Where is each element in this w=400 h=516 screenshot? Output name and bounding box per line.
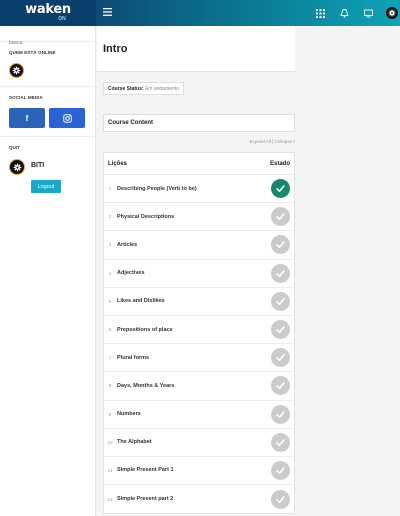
logo-text: waken (25, 2, 71, 17)
lesson-title[interactable]: Days, Months & Years (116, 383, 271, 389)
lesson-number: 4 (108, 270, 112, 276)
instagram-icon (62, 113, 72, 123)
lesson-number: 8 (108, 383, 112, 389)
lesson-number: 9 (108, 411, 112, 417)
right-empty-area (295, 26, 400, 516)
online-title: QUEM ESTÁ ONLINE (9, 50, 56, 55)
incomplete-check-icon (271, 489, 290, 509)
online-user-avatar[interactable] (9, 63, 24, 78)
lesson-row[interactable]: 5 Likes and Dislikes (104, 288, 294, 316)
logo-subtext: ON (58, 16, 66, 22)
logout-button[interactable]: Logout (31, 180, 61, 193)
lesson-row[interactable]: 8 Days, Months & Years (104, 372, 294, 401)
top-icons (314, 0, 398, 26)
instagram-button[interactable] (49, 108, 85, 128)
incomplete-check-icon (271, 348, 290, 368)
lessons-column-header: Lições (108, 160, 128, 167)
lesson-row[interactable]: 6 Prepositions of place (104, 316, 294, 345)
lesson-row[interactable]: 10 The Alphabet (104, 429, 294, 457)
sidebar-search (0, 26, 95, 46)
lesson-title[interactable]: Prepositions of place (116, 327, 271, 333)
lesson-row[interactable]: 11 Simple Present Part 1 (104, 457, 294, 486)
lesson-number: 11 (107, 467, 113, 473)
profile-avatar[interactable] (386, 7, 398, 19)
table-header: Lições Estado (104, 153, 294, 175)
facebook-button[interactable]: f (9, 108, 45, 128)
lesson-title[interactable]: Physical Descriptions (116, 214, 271, 220)
incomplete-check-icon (271, 320, 290, 340)
lesson-title[interactable]: Numbers (116, 411, 271, 417)
incomplete-check-icon (271, 291, 290, 311)
brand-logo[interactable]: waken ON (0, 0, 96, 26)
lesson-number: 5 (108, 298, 112, 304)
lesson-title[interactable]: Simple Present part 2 (116, 496, 271, 502)
lesson-number: 12 (107, 496, 113, 502)
lesson-number: 6 (108, 327, 112, 333)
main-content: Intro Course Status: Em andamento Course… (97, 26, 400, 516)
online-section: QUEM ESTÁ ONLINE (0, 42, 95, 87)
quit-section: QUIT BITI Logout (0, 137, 95, 201)
user-name: BITI (31, 162, 45, 169)
lesson-row[interactable]: 12 Simple Present part 2 (104, 485, 294, 513)
lesson-title[interactable]: Simple Present Part 1 (116, 467, 271, 473)
top-bar: waken ON (0, 0, 400, 26)
social-buttons: f (9, 108, 86, 128)
lesson-title[interactable]: The Alphabet (116, 439, 271, 445)
lesson-row[interactable]: 4 Adjectives (104, 260, 294, 288)
user-avatar[interactable] (9, 159, 25, 175)
course-status-label: Course Status: (108, 86, 144, 92)
lesson-number: 3 (108, 242, 112, 248)
facebook-icon: f (25, 113, 29, 123)
sidebar: QUEM ESTÁ ONLINE SOCIAL MEDIA f QUIT BIT… (0, 26, 96, 516)
incomplete-check-icon (271, 404, 290, 424)
lesson-number: 7 (108, 355, 112, 361)
lesson-number: 1 (108, 186, 112, 192)
status-column-header: Estado (269, 160, 290, 167)
expand-collapse-links[interactable]: Expand All | Collapse All (250, 139, 298, 144)
lesson-row[interactable]: 9 Numbers (104, 401, 294, 429)
course-status: Course Status: Em andamento (103, 82, 184, 95)
incomplete-check-icon (271, 263, 290, 283)
incomplete-check-icon (271, 235, 290, 255)
quit-title: QUIT (9, 145, 21, 150)
lesson-title[interactable]: Likes and Dislikes (116, 298, 271, 304)
monitor-icon[interactable] (362, 7, 374, 19)
completed-check-icon (271, 179, 290, 199)
course-status-value: Em andamento (144, 86, 179, 92)
bell-icon[interactable] (338, 7, 350, 19)
course-content-heading: Course Content (103, 114, 295, 132)
lesson-row[interactable]: 1 Describing People (Verb to be) (104, 175, 294, 204)
lesson-row[interactable]: 7 Plural forms (104, 344, 294, 373)
lesson-title[interactable]: Plural forms (116, 355, 271, 361)
lessons-table: Lições Estado 1 Describing People (Verb t… (103, 152, 295, 515)
top-navigation (96, 0, 400, 26)
user-row: BITI (9, 159, 86, 175)
lesson-title[interactable]: Articles (116, 242, 271, 248)
menu-icon[interactable] (102, 7, 112, 19)
incomplete-check-icon (271, 207, 290, 227)
lesson-row[interactable]: 2 Physical Descriptions (104, 203, 294, 232)
social-section: SOCIAL MEDIA f (0, 87, 95, 137)
incomplete-check-icon (271, 432, 290, 452)
incomplete-check-icon (271, 376, 290, 396)
lesson-row[interactable]: 3 Articles (104, 231, 294, 260)
lesson-number: 2 (108, 214, 112, 220)
lesson-title[interactable]: Adjectives (116, 270, 271, 276)
lesson-number: 10 (107, 439, 113, 445)
lesson-title[interactable]: Describing People (Verb to be) (116, 186, 271, 192)
social-title: SOCIAL MEDIA (9, 95, 43, 100)
incomplete-check-icon (271, 460, 290, 480)
apps-grid-icon[interactable] (314, 7, 326, 19)
search-input[interactable] (9, 40, 86, 46)
